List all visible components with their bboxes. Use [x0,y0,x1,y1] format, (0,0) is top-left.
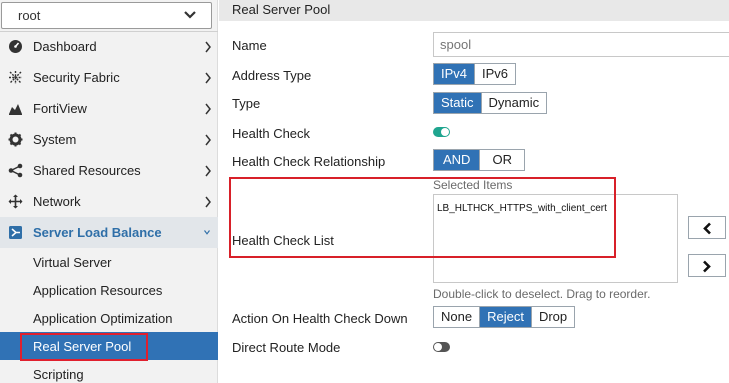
health-check-relationship-toggle: AND OR [433,149,525,171]
relationship-and-button[interactable]: AND [434,150,480,170]
chevron-right-icon [205,103,211,115]
move-left-button[interactable] [688,216,726,239]
sidebar-item-label: FortiView [33,101,87,116]
direct-route-mode-toggle[interactable] [433,342,450,352]
health-check-relationship-label: Health Check Relationship [232,154,386,169]
sidebar-item-label: Server Load Balance [33,225,162,240]
sidebar-subitem-real-server-pool[interactable]: Real Server Pool [0,332,218,361]
address-type-ipv4-button[interactable]: IPv4 [434,64,475,84]
sidebar-item-server-load-balance[interactable]: Server Load Balance [0,217,218,248]
sidebar-subitem-application-optimization[interactable]: Application Optimization [0,304,218,332]
sidebar-subitem-label: Virtual Server [33,255,112,270]
health-check-toggle[interactable] [433,127,450,137]
highlight-box [229,177,616,258]
health-check-label: Health Check [232,126,311,141]
dashboard-icon [8,39,23,54]
relationship-or-button[interactable]: OR [479,150,524,170]
section-title: Real Server Pool [232,2,331,17]
sidebar-subitem-label: Scripting [33,367,84,382]
direct-route-mode-label: Direct Route Mode [232,340,341,355]
toggle-knob [441,128,449,136]
chevron-right-icon [205,165,211,177]
sidebar-item-security-fabric[interactable]: Security Fabric [0,62,218,93]
section-header: Real Server Pool [219,0,729,21]
sidebar-subitem-application-resources[interactable]: Application Resources [0,276,218,304]
sidebar-subitem-label: Application Resources [33,283,163,298]
action-drop-button[interactable]: Drop [530,307,575,327]
security-fabric-icon [8,70,23,85]
type-dynamic-button[interactable]: Dynamic [480,93,547,113]
network-icon [8,194,23,209]
name-field-wrapper [433,32,729,57]
sidebar-subitem-label: Real Server Pool [33,339,132,354]
chevron-right-icon [205,134,211,146]
list-hint-text: Double-click to deselect. Drag to reorde… [433,287,651,301]
chevron-left-icon [703,222,711,235]
sidebar-item-label: System [33,132,77,147]
name-label: Name [232,38,267,53]
type-label: Type [232,96,261,111]
action-reject-button[interactable]: Reject [479,307,531,327]
sidebar-item-label: Security Fabric [33,70,120,85]
sidebar-item-shared-resources[interactable]: Shared Resources [0,155,218,186]
share-icon [8,163,23,178]
sidebar-item-fortiview[interactable]: FortiView [0,93,218,124]
action-none-button[interactable]: None [434,307,480,327]
sidebar-item-dashboard[interactable]: Dashboard [0,31,218,62]
sidebar-subitem-scripting[interactable]: Scripting [0,360,218,383]
sidebar: root Dashboard Security Fabric FortiView… [0,0,218,383]
sidebar-item-system[interactable]: System [0,124,218,155]
name-field[interactable] [434,33,729,56]
type-toggle: Static Dynamic [433,92,548,114]
move-right-button[interactable] [688,254,726,277]
action-on-health-check-down-label: Action On Health Check Down [232,311,408,326]
address-type-toggle: IPv4 IPv6 [433,63,517,85]
vdom-select[interactable]: root [1,2,212,29]
type-static-button[interactable]: Static [434,93,481,113]
fortiview-icon [8,101,23,116]
address-type-ipv6-button[interactable]: IPv6 [474,64,516,84]
sidebar-item-label: Dashboard [33,39,97,54]
sidebar-subitem-virtual-server[interactable]: Virtual Server [0,248,218,276]
sidebar-subitem-label: Application Optimization [33,311,173,326]
sidebar-item-label: Shared Resources [33,163,141,178]
chevron-right-icon [703,260,711,273]
main-panel: Real Server Pool Name Address Type IPv4 … [219,0,729,383]
load-balance-icon [8,225,23,240]
sidebar-item-label: Network [33,194,81,209]
action-on-health-check-down-toggle: None Reject Drop [433,306,576,328]
toggle-knob [434,343,442,351]
chevron-down-icon [204,230,210,235]
chevron-right-icon [205,41,211,53]
chevron-right-icon [205,72,211,84]
gear-icon [8,132,23,147]
chevron-right-icon [205,196,211,208]
chevron-down-icon [184,11,196,19]
vdom-select-value: root [18,8,41,23]
sidebar-item-network[interactable]: Network [0,186,218,217]
address-type-label: Address Type [232,68,312,83]
